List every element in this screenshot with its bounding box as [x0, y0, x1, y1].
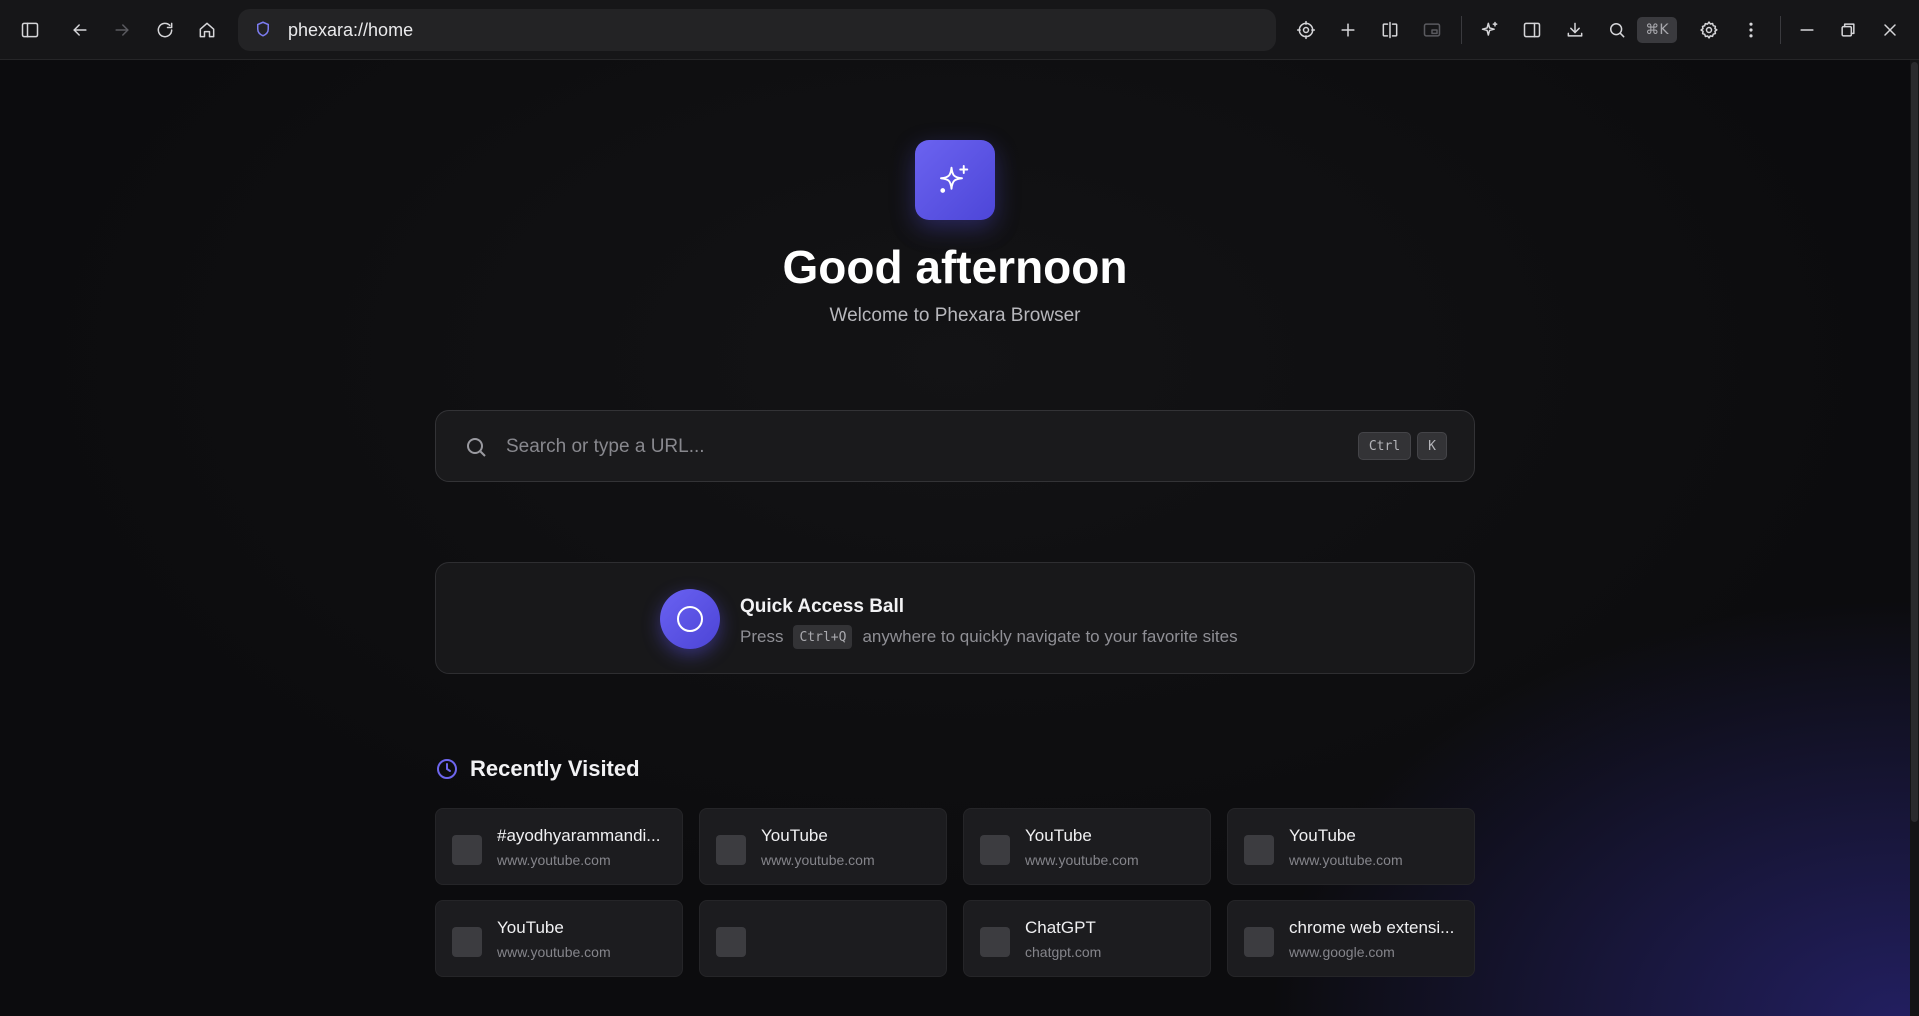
- forward-icon[interactable]: [105, 13, 139, 47]
- site-title: YouTube: [761, 826, 828, 845]
- recent-site-card[interactable]: chrome web extensi... www.google.com: [1227, 900, 1475, 977]
- split-view-icon[interactable]: [1373, 13, 1407, 47]
- site-title: YouTube: [497, 918, 564, 937]
- clock-icon: [435, 757, 459, 781]
- site-favicon: [716, 835, 746, 865]
- target-icon[interactable]: [1289, 13, 1323, 47]
- quick-access-ball-card[interactable]: Quick Access Ball Press Ctrl+Q anywhere …: [435, 562, 1475, 674]
- command-shortcut-badge[interactable]: ⌘K: [1637, 17, 1677, 43]
- k-key-hint: K: [1417, 432, 1447, 460]
- settings-gear-icon[interactable]: [1692, 13, 1726, 47]
- site-title: YouTube: [1025, 826, 1092, 845]
- quick-access-ball-icon[interactable]: [660, 589, 720, 649]
- reload-icon[interactable]: [148, 13, 182, 47]
- app-logo: [915, 140, 995, 220]
- close-icon[interactable]: [1873, 13, 1907, 47]
- ctrl-key-hint: Ctrl: [1358, 432, 1411, 460]
- quick-access-desc-suffix: anywhere to quickly navigate to your fav…: [862, 627, 1238, 646]
- site-favicon: [452, 927, 482, 957]
- site-favicon: [716, 927, 746, 957]
- picture-in-picture-icon[interactable]: [1415, 13, 1449, 47]
- site-title: #ayodhyarammandi...: [497, 826, 661, 845]
- site-url: www.google.com: [1289, 944, 1395, 960]
- quick-access-title: Quick Access Ball: [740, 596, 905, 617]
- site-url: www.youtube.com: [497, 944, 611, 960]
- greeting-heading: Good afternoon: [782, 241, 1128, 293]
- site-title: chrome web extensi...: [1289, 918, 1455, 937]
- downloads-icon[interactable]: [1558, 13, 1592, 47]
- site-url: www.youtube.com: [497, 852, 611, 868]
- site-url: www.youtube.com: [761, 852, 875, 868]
- recent-site-card[interactable]: YouTube www.youtube.com: [963, 808, 1211, 885]
- sidebar-toggle-icon[interactable]: [13, 13, 47, 47]
- quick-access-shortcut: Ctrl+Q: [793, 625, 853, 649]
- toolbar-divider: [1780, 16, 1781, 44]
- recent-site-card[interactable]: ChatGPT chatgpt.com: [963, 900, 1211, 977]
- recently-visited-title: Recently Visited: [470, 756, 640, 781]
- recent-site-card[interactable]: YouTube www.youtube.com: [435, 900, 683, 977]
- browser-toolbar: phexara://home ⌘K: [0, 0, 1919, 60]
- site-favicon: [1244, 835, 1274, 865]
- back-icon[interactable]: [63, 13, 97, 47]
- home-icon[interactable]: [190, 13, 224, 47]
- site-url: chatgpt.com: [1025, 944, 1102, 960]
- address-bar[interactable]: phexara://home: [238, 9, 1276, 51]
- site-url: www.youtube.com: [1025, 852, 1139, 868]
- new-tab-icon[interactable]: [1331, 13, 1365, 47]
- site-title: ChatGPT: [1025, 918, 1096, 937]
- search-box[interactable]: Ctrl K: [435, 410, 1475, 482]
- recent-site-card[interactable]: #ayodhyarammandi... www.youtube.com: [435, 808, 683, 885]
- minimize-icon[interactable]: [1790, 13, 1824, 47]
- recent-site-card[interactable]: YouTube www.youtube.com: [1227, 808, 1475, 885]
- site-title: YouTube: [1289, 826, 1356, 845]
- recent-site-card[interactable]: [699, 900, 947, 977]
- toolbar-divider: [1461, 16, 1462, 44]
- search-icon[interactable]: [1600, 13, 1634, 47]
- search-icon: [464, 435, 488, 459]
- site-favicon: [980, 927, 1010, 957]
- more-menu-icon[interactable]: [1734, 13, 1768, 47]
- site-url: www.youtube.com: [1289, 852, 1403, 868]
- restore-icon[interactable]: [1831, 13, 1865, 47]
- home-page: Good afternoon Welcome to Phexara Browse…: [0, 60, 1910, 1016]
- recent-site-card[interactable]: YouTube www.youtube.com: [699, 808, 947, 885]
- shield-icon: [254, 20, 274, 40]
- welcome-subtitle: Welcome to Phexara Browser: [829, 305, 1081, 326]
- sparkles-icon: [940, 165, 969, 193]
- search-input[interactable]: [506, 429, 1306, 465]
- scrollbar-thumb[interactable]: [1911, 62, 1918, 822]
- side-panel-icon[interactable]: [1515, 13, 1549, 47]
- quick-access-desc-prefix: Press: [740, 627, 784, 646]
- quick-access-description: Press Ctrl+Q anywhere to quickly navigat…: [740, 625, 1238, 649]
- recently-visited-header: Recently Visited: [435, 756, 640, 782]
- address-text[interactable]: phexara://home: [288, 20, 413, 41]
- site-favicon: [1244, 927, 1274, 957]
- site-favicon: [452, 835, 482, 865]
- site-favicon: [980, 835, 1010, 865]
- ai-sparkles-icon[interactable]: [1473, 13, 1507, 47]
